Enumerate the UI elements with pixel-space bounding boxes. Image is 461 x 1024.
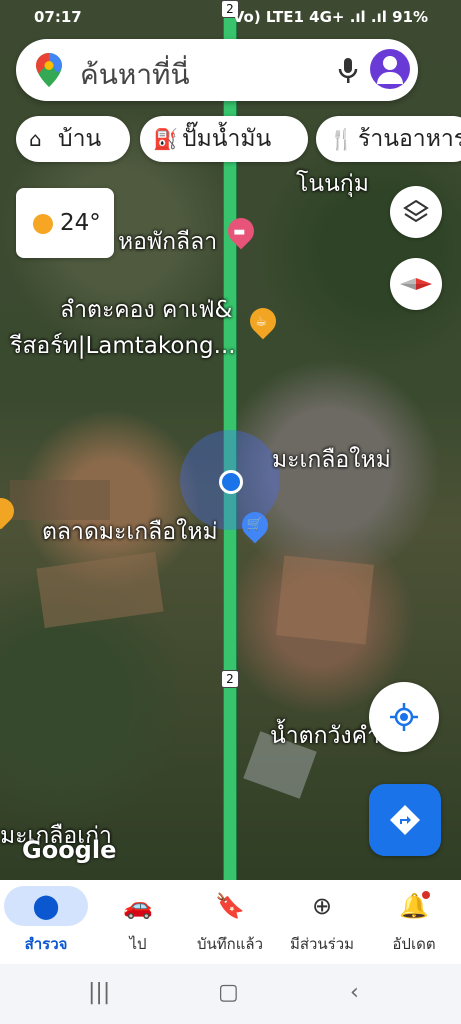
layers-icon bbox=[403, 199, 429, 223]
nav-explore[interactable]: ⬤ สำรวจ bbox=[0, 880, 92, 964]
bell-icon: 🔔 bbox=[399, 892, 429, 920]
nav-saved[interactable]: 🔖 บันทึกแล้ว bbox=[184, 880, 276, 964]
microphone-icon[interactable] bbox=[338, 57, 358, 85]
place-label[interactable]: รีสอร์ท|Lamtakong... bbox=[10, 328, 236, 364]
back-icon[interactable]: ‹ bbox=[350, 980, 359, 1005]
map-field bbox=[276, 555, 374, 645]
chip-gas-station[interactable]: ⛽ ปั๊มน้ำมัน bbox=[140, 116, 308, 162]
crosshair-icon bbox=[390, 703, 418, 731]
nav-label: ไป bbox=[129, 935, 147, 953]
status-time: 07:17 bbox=[34, 8, 82, 26]
nav-contribute[interactable]: ⊕ มีส่วนร่วม bbox=[276, 880, 368, 964]
place-label[interactable]: มะเกลือใหม่ bbox=[272, 442, 391, 478]
search-input[interactable]: ค้นหาที่นี่ bbox=[80, 53, 190, 97]
chip-home[interactable]: ⌂ บ้าน bbox=[16, 116, 130, 162]
compass-icon bbox=[400, 278, 432, 290]
notification-dot bbox=[422, 891, 430, 899]
nav-label: อัปเดต bbox=[392, 935, 436, 953]
place-label[interactable]: หอพักลีลา bbox=[118, 224, 217, 260]
home-button-icon[interactable]: ▢ bbox=[218, 980, 239, 1005]
chip-label: ร้านอาหาร bbox=[358, 126, 461, 152]
place-label[interactable]: โนนกุ่ม bbox=[296, 166, 369, 202]
nav-updates[interactable]: 🔔 อัปเดต bbox=[368, 880, 460, 964]
chip-restaurant[interactable]: 🍴 ร้านอาหาร bbox=[316, 116, 461, 162]
recent-apps-icon[interactable]: ||| bbox=[88, 980, 110, 1005]
directions-icon bbox=[390, 805, 420, 835]
search-bar[interactable]: ค้นหาที่นี่ bbox=[16, 39, 418, 101]
my-location-button[interactable] bbox=[369, 682, 439, 752]
gas-station-icon: ⛽ bbox=[153, 127, 178, 151]
chip-label: บ้าน bbox=[58, 126, 102, 152]
bookmark-icon: 🔖 bbox=[215, 892, 245, 920]
google-attribution: Google bbox=[22, 836, 117, 864]
partly-cloudy-icon bbox=[33, 214, 53, 234]
nav-label: บันทึกแล้ว bbox=[196, 935, 264, 953]
chip-label: ปั๊มน้ำมัน bbox=[182, 126, 272, 152]
restaurant-icon: 🍴 bbox=[329, 127, 354, 151]
add-circle-icon: ⊕ bbox=[311, 892, 333, 920]
cafe-pin-icon[interactable]: ☕ bbox=[244, 302, 282, 340]
compass-button[interactable] bbox=[390, 258, 442, 310]
status-indicators: Vo) LTE1 4G+ .ıl .ıl 91% bbox=[232, 8, 428, 26]
map-field bbox=[36, 551, 164, 629]
weather-widget[interactable]: 24° bbox=[16, 188, 114, 258]
nav-label: มีส่วนร่วม bbox=[289, 935, 355, 953]
maps-pin-logo-icon bbox=[36, 53, 62, 87]
bottom-navigation: ⬤ สำรวจ 🚗 ไป 🔖 บันทึกแล้ว ⊕ มีส่วนร่วม 🔔… bbox=[0, 880, 461, 964]
account-avatar[interactable] bbox=[370, 49, 410, 89]
nav-label: สำรวจ bbox=[24, 935, 68, 953]
status-bar: 07:17 Vo) LTE1 4G+ .ıl .ıl 91% bbox=[0, 0, 461, 34]
car-icon: 🚗 bbox=[123, 892, 153, 920]
directions-button[interactable] bbox=[369, 784, 441, 856]
home-icon: ⌂ bbox=[29, 127, 42, 151]
place-label[interactable]: ลำตะคอง คาเฟ่& bbox=[60, 292, 232, 328]
place-label[interactable]: ตลาดมะเกลือใหม่ bbox=[42, 514, 218, 550]
location-pin-icon: ⬤ bbox=[32, 892, 60, 920]
road-number-badge: 2 bbox=[221, 670, 239, 688]
layers-button[interactable] bbox=[390, 186, 442, 238]
weather-temperature: 24° bbox=[60, 210, 101, 236]
system-navigation-bar: ||| ▢ ‹ bbox=[0, 964, 461, 1024]
nav-go[interactable]: 🚗 ไป bbox=[92, 880, 184, 964]
my-location-dot[interactable] bbox=[219, 470, 243, 494]
